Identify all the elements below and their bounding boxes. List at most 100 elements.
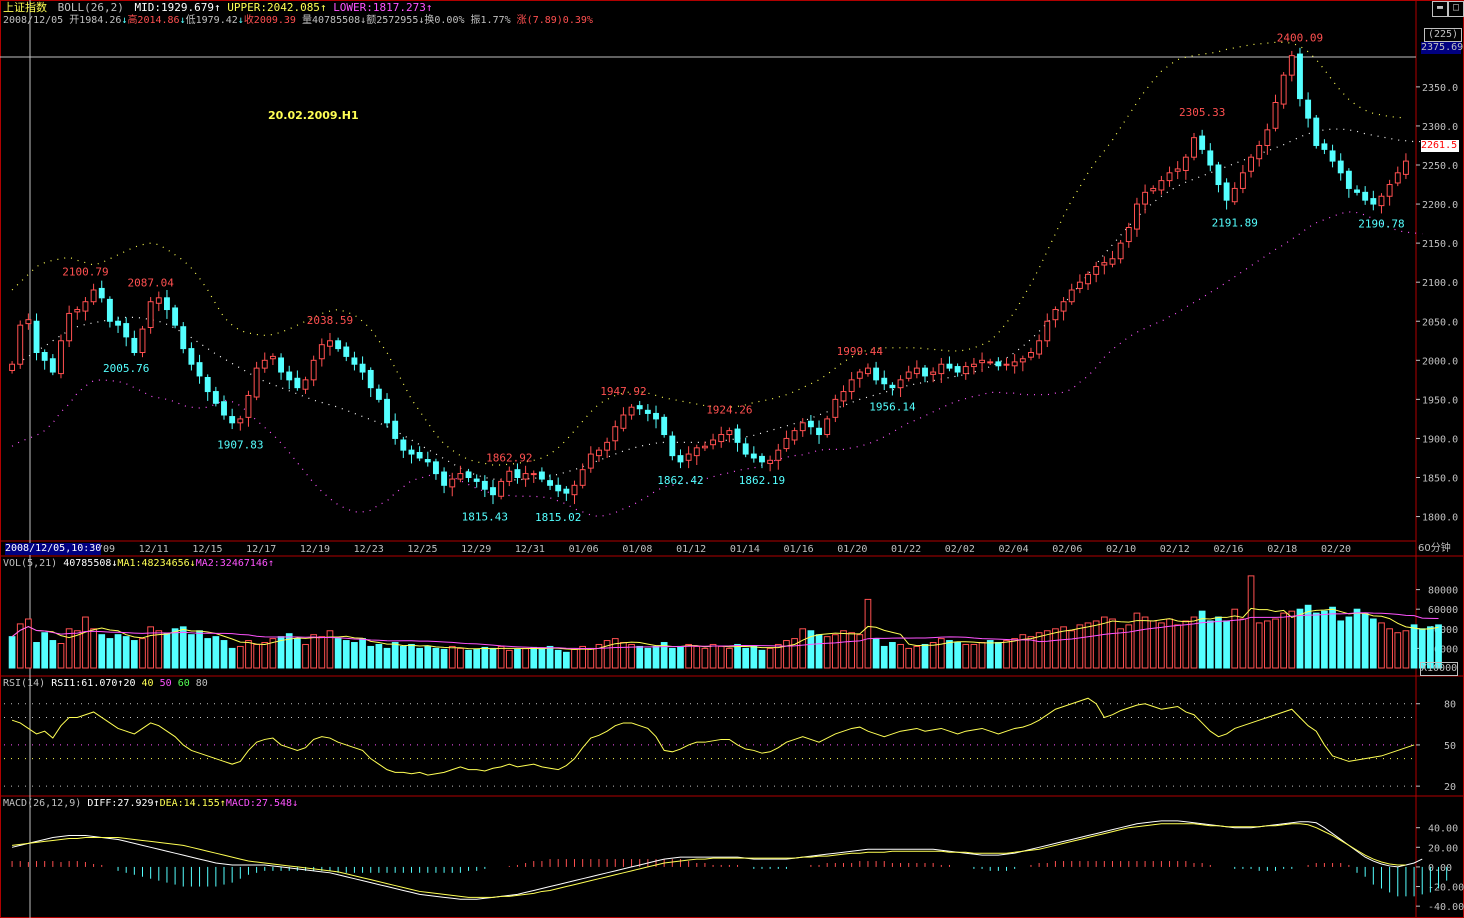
volume-bar (758, 649, 766, 669)
candle-body (1288, 55, 1295, 76)
candle-body (1248, 156, 1254, 172)
volume-bar (880, 645, 888, 669)
volume-bar (473, 648, 481, 669)
rsi-level-40: 40 (141, 678, 154, 689)
maximize-icon[interactable]: □ (1448, 1, 1464, 17)
price-annotation: 1862.42 (657, 474, 703, 487)
y-tick-label: 2250.0 (1422, 161, 1458, 172)
candle-body (579, 469, 586, 486)
candle-body (58, 340, 64, 375)
x-tick-label: 12/11 (139, 544, 169, 555)
y-tick-label: 1950.0 (1422, 395, 1458, 406)
volume-bar (1369, 618, 1377, 669)
volume-bar (1394, 632, 1402, 669)
candle-body (449, 478, 456, 488)
boll-mid-value: MID:1929.679 (134, 1, 214, 14)
volume-bar (937, 638, 945, 669)
candle-body (628, 406, 635, 416)
candle-body (669, 435, 676, 457)
candle-body (1402, 160, 1409, 175)
price-annotation: 2191.89 (1212, 216, 1258, 229)
candle-body (1166, 172, 1173, 182)
volume-bar (220, 640, 228, 669)
volume-bar (1109, 618, 1116, 669)
candle-body (375, 388, 382, 400)
volume-bar (1174, 624, 1182, 669)
candle-body (1337, 160, 1344, 174)
volume-bar (856, 634, 864, 669)
candle-body (653, 412, 659, 420)
candle-body (840, 391, 847, 402)
vol-unit-label: X10000 (1420, 662, 1459, 676)
boll-lower-value: LOWER:1817.273 (333, 1, 426, 14)
candle-body (351, 357, 358, 365)
candle-body (1085, 273, 1091, 285)
volume-bar (391, 642, 399, 669)
volume-bar (766, 647, 774, 669)
macd-value: MACD:27.548 (225, 798, 293, 809)
vol-value: 40785508 (63, 558, 112, 569)
volume-bar (82, 616, 89, 669)
volume-bar (505, 649, 513, 669)
price-annotation: 2087.04 (127, 276, 174, 289)
candle-body (913, 367, 920, 375)
candle-body (1207, 150, 1214, 166)
candle-body (294, 377, 301, 389)
volume-bar (90, 628, 97, 669)
volume-bar (717, 645, 725, 669)
price-annotation: 2038.59 (307, 314, 353, 327)
candle-body (432, 461, 439, 475)
candle-body (90, 289, 97, 303)
macd-label: MACD(26,12,9) (3, 798, 82, 809)
candle-body (693, 447, 700, 457)
price-annotation: 1947.92 (600, 385, 646, 398)
volume-bar (294, 638, 301, 669)
volume-bar (1052, 628, 1059, 669)
candle-body (1191, 137, 1197, 158)
chart-canvas[interactable]: 1800.0 1850.0 1900.0 1950.0 2000.0 2050.0 2100… (0, 0, 1464, 918)
index-name[interactable]: 上证指数 (3, 1, 47, 14)
candle-body (1003, 363, 1010, 366)
volume-bar (65, 628, 73, 669)
price-annotation: 1907.83 (217, 438, 263, 451)
rsi-level-50: 50 (159, 678, 172, 689)
volume-bar (823, 636, 831, 669)
quote-amplitude: 振1.77% (470, 15, 511, 26)
candle-body (416, 452, 423, 459)
down-arrow-icon: ↓ (292, 798, 299, 809)
volume-bar (921, 643, 929, 669)
volume-bar (652, 645, 660, 669)
period-label[interactable]: 60分钟 (1418, 543, 1451, 555)
volume-bar (1076, 624, 1084, 669)
price-annotation: 1999.44 (837, 345, 884, 358)
candle-body (726, 430, 733, 436)
volume-bar (831, 634, 839, 669)
candle-body (1231, 187, 1238, 203)
volume-bar (587, 647, 595, 669)
volume-bar (1361, 612, 1369, 669)
volume-bar (253, 643, 260, 669)
candle-body (1386, 184, 1393, 197)
volume-bar (432, 647, 440, 669)
quote-amount: 额2572955 (366, 15, 419, 26)
boll-upper-value: UPPER:2042.085 (227, 1, 320, 14)
price-annotation: 2305.33 (1179, 106, 1225, 119)
macd-y-tick-label: 40.00 (1428, 824, 1458, 835)
volume-bar (383, 647, 391, 669)
vol-y-tick-label: 80000 (1428, 586, 1458, 597)
minimize-icon[interactable]: ▬ (1432, 1, 1448, 17)
candle-body (661, 416, 668, 436)
candle-body (979, 359, 986, 364)
candle-body (954, 366, 961, 373)
volume-bar (1141, 616, 1149, 669)
volume-bar (334, 638, 342, 669)
volume-bar (497, 645, 505, 669)
volume-bar (962, 643, 970, 669)
candle-body (1272, 102, 1279, 129)
rsi-y-tick-label: 50 (1444, 741, 1456, 752)
candle-body (359, 363, 366, 373)
candle-body (269, 355, 276, 360)
volume-bar (538, 647, 546, 669)
volume-bar (1255, 622, 1263, 669)
candle-body (188, 348, 195, 365)
